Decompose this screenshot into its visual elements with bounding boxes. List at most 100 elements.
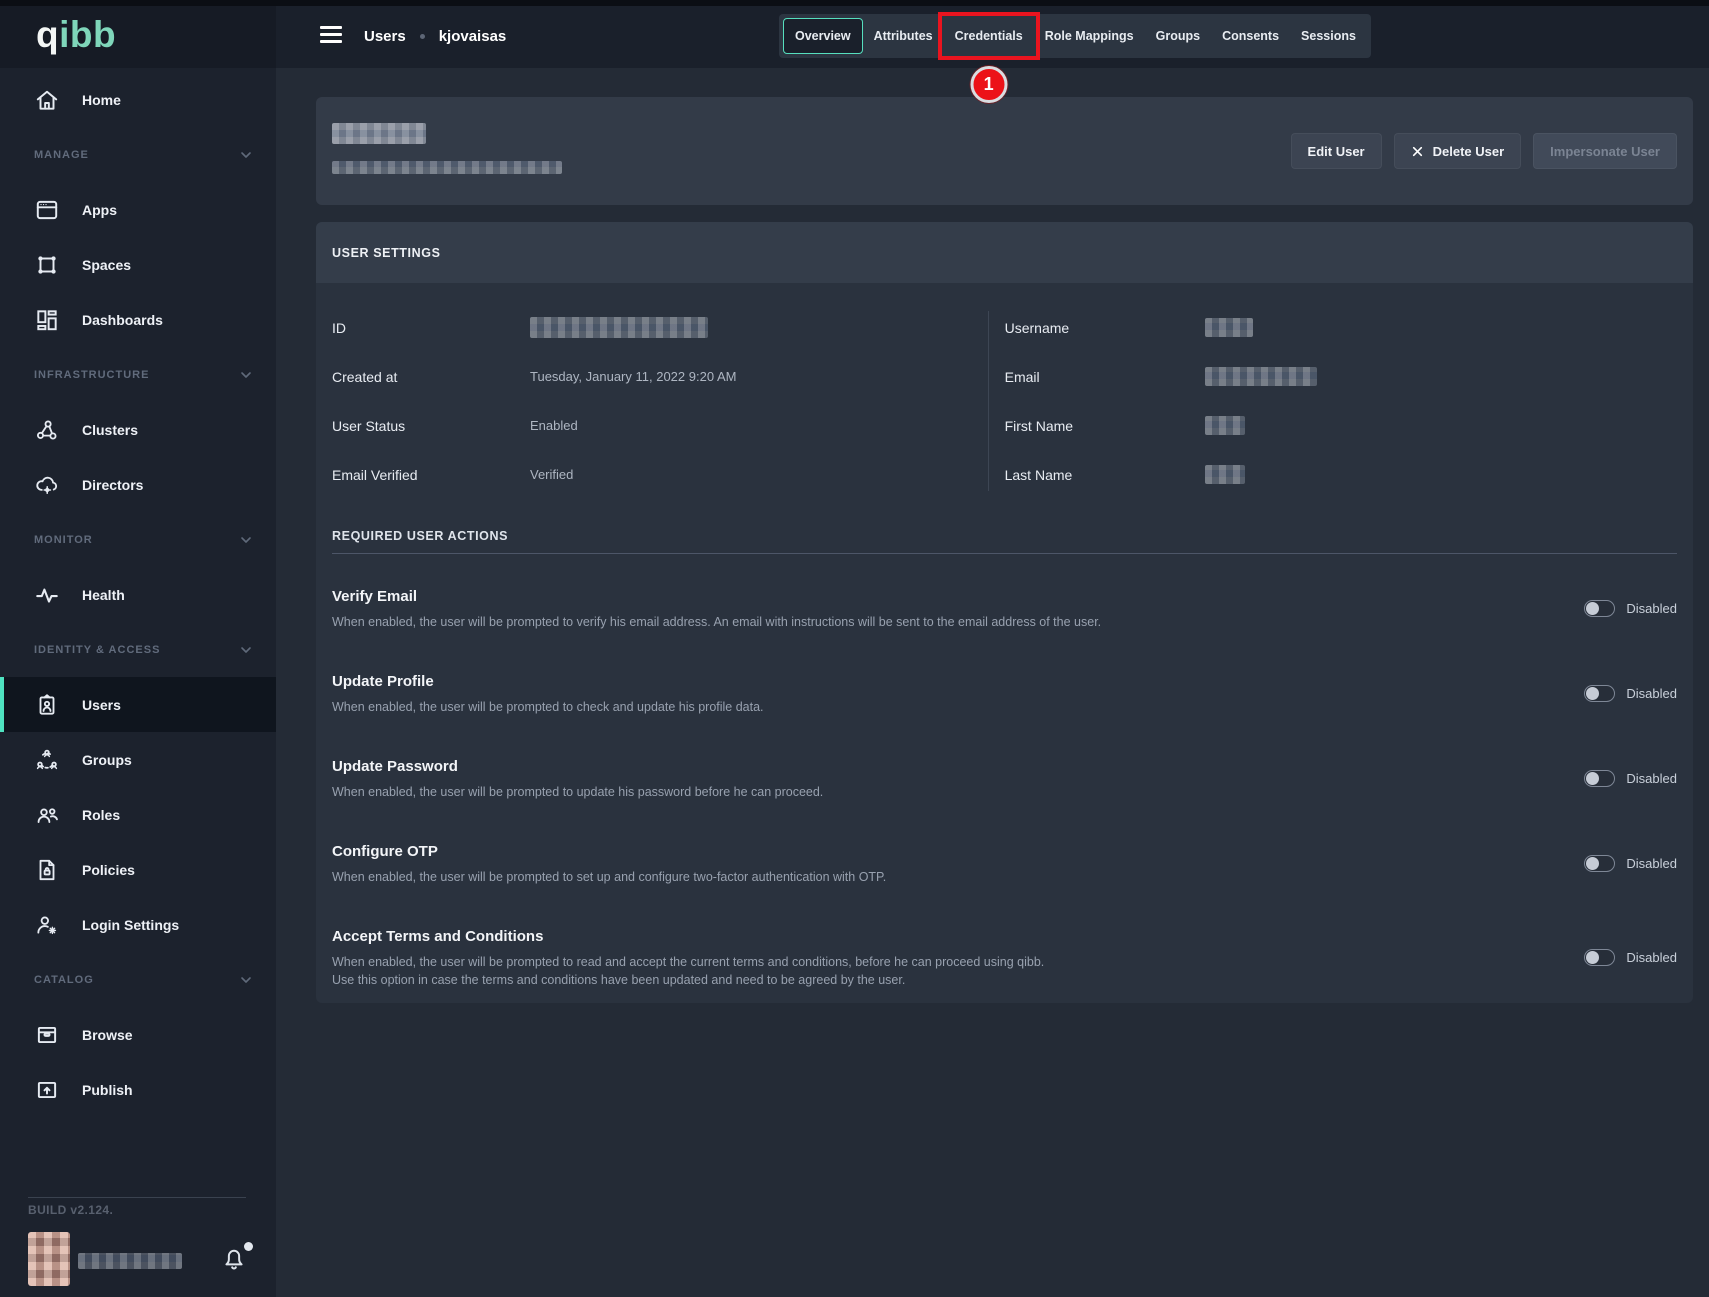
apps-icon: [34, 197, 60, 223]
edit-user-button[interactable]: Edit User: [1291, 133, 1382, 169]
delete-user-button[interactable]: Delete User: [1394, 133, 1522, 169]
sidebar-item-groups[interactable]: Groups: [0, 732, 276, 787]
action-title: Verify Email: [332, 588, 1101, 605]
action-verify-email: Verify Email When enabled, the user will…: [332, 588, 1677, 629]
field-row-username: Username: [1005, 303, 1677, 352]
update-profile-toggle[interactable]: [1584, 685, 1615, 702]
sidebar-item-label: Dashboards: [82, 312, 163, 328]
chevron-down-icon: [238, 532, 254, 548]
sidebar-section-monitor[interactable]: MONITOR: [0, 512, 276, 567]
action-description: When enabled, the user will be prompted …: [332, 955, 1044, 969]
chevron-down-icon: [238, 642, 254, 658]
accept-terms-toggle[interactable]: [1584, 949, 1615, 966]
tab-overview[interactable]: Overview: [783, 18, 863, 54]
logo-area: qibb: [0, 0, 276, 68]
sidebar-item-label: Spaces: [82, 257, 131, 273]
login-settings-icon: [34, 912, 60, 938]
user-detail-tabs: Overview Attributes Credentials 1 Role M…: [779, 14, 1371, 58]
sidebar-footer-divider: [28, 1197, 246, 1198]
sidebar-item-spaces[interactable]: Spaces: [0, 237, 276, 292]
toggle-state-label: Disabled: [1626, 771, 1677, 786]
notification-dot: [244, 1242, 253, 1251]
avatar[interactable]: [28, 1232, 70, 1286]
action-title: Configure OTP: [332, 843, 886, 860]
user-settings-panel: USER SETTINGS ID Created at Tuesday, Jan…: [316, 222, 1693, 1003]
sidebar-item-policies[interactable]: Policies: [0, 842, 276, 897]
sidebar-item-roles[interactable]: Roles: [0, 787, 276, 842]
topbar: Users kjovaisas Overview Attributes Cred…: [276, 0, 1709, 68]
home-icon: [34, 87, 60, 113]
user-status-value: Enabled: [530, 418, 578, 433]
x-icon: [1411, 145, 1424, 158]
sidebar-item-login-settings[interactable]: Login Settings: [0, 897, 276, 952]
chevron-down-icon: [238, 367, 254, 383]
qibb-logo[interactable]: qibb: [36, 16, 116, 53]
chevron-down-icon: [238, 147, 254, 163]
publish-icon: [34, 1077, 60, 1103]
sidebar-item-label: Clusters: [82, 422, 138, 438]
sidebar-item-label: Policies: [82, 862, 135, 878]
tab-sessions[interactable]: Sessions: [1290, 18, 1367, 54]
action-description: When enabled, the user will be prompted …: [332, 700, 764, 714]
sidebar-item-publish[interactable]: Publish: [0, 1062, 276, 1117]
field-row-created-at: Created at Tuesday, January 11, 2022 9:2…: [332, 352, 988, 401]
roles-icon: [34, 802, 60, 828]
action-description-line2: Use this option in case the terms and co…: [332, 973, 1044, 987]
sidebar-section-catalog[interactable]: CATALOG: [0, 952, 276, 1007]
sidebar: qibb Home MANAGE Apps Spaces: [0, 0, 276, 1297]
sidebar-item-clusters[interactable]: Clusters: [0, 402, 276, 457]
tab-groups[interactable]: Groups: [1145, 18, 1211, 54]
action-update-profile: Update Profile When enabled, the user wi…: [332, 673, 1677, 714]
action-description: When enabled, the user will be prompted …: [332, 870, 886, 884]
verify-email-toggle[interactable]: [1584, 600, 1615, 617]
sidebar-item-label: Apps: [82, 202, 117, 218]
configure-otp-toggle[interactable]: [1584, 855, 1615, 872]
impersonate-user-button[interactable]: Impersonate User: [1533, 133, 1677, 169]
action-title: Accept Terms and Conditions: [332, 928, 1044, 945]
sidebar-item-home[interactable]: Home: [0, 72, 276, 127]
breadcrumb-separator: [420, 34, 425, 39]
sidebar-section-manage[interactable]: MANAGE: [0, 127, 276, 182]
health-icon: [34, 582, 60, 608]
sidebar-section-infrastructure[interactable]: INFRASTRUCTURE: [0, 347, 276, 402]
update-password-toggle[interactable]: [1584, 770, 1615, 787]
sidebar-item-browse[interactable]: Browse: [0, 1007, 276, 1062]
spaces-icon: [34, 252, 60, 278]
sidebar-item-label: Health: [82, 587, 125, 603]
notifications-button[interactable]: [220, 1244, 256, 1280]
action-description: When enabled, the user will be prompted …: [332, 785, 823, 799]
action-update-password: Update Password When enabled, the user w…: [332, 758, 1677, 799]
sidebar-item-directors[interactable]: Directors: [0, 457, 276, 512]
required-user-actions: REQUIRED USER ACTIONS Verify Email When …: [316, 529, 1693, 1003]
tab-attributes[interactable]: Attributes: [863, 18, 944, 54]
sidebar-item-label: Login Settings: [82, 917, 179, 933]
users-icon: [34, 692, 60, 718]
panel-header: USER SETTINGS: [316, 222, 1693, 283]
groups-icon: [34, 747, 60, 773]
sidebar-section-identity-access[interactable]: IDENTITY & ACCESS: [0, 622, 276, 677]
id-value-redacted: [530, 317, 708, 338]
field-row-first-name: First Name: [1005, 401, 1677, 450]
tab-consents[interactable]: Consents: [1211, 18, 1290, 54]
window-top-strip: [0, 0, 1709, 6]
sidebar-item-apps[interactable]: Apps: [0, 182, 276, 237]
toggle-state-label: Disabled: [1626, 856, 1677, 871]
build-version: BUILD v2.124.: [28, 1203, 113, 1217]
panel-title: USER SETTINGS: [332, 246, 441, 260]
created-at-value: Tuesday, January 11, 2022 9:20 AM: [530, 369, 736, 384]
menu-toggle-button[interactable]: [320, 26, 342, 43]
breadcrumb-current-user: kjovaisas: [439, 28, 507, 45]
sidebar-item-users[interactable]: Users: [0, 677, 276, 732]
first-name-value-redacted: [1205, 416, 1245, 435]
sidebar-item-health[interactable]: Health: [0, 567, 276, 622]
last-name-value-redacted: [1205, 465, 1245, 484]
clusters-icon: [34, 417, 60, 443]
tab-credentials[interactable]: Credentials 1: [944, 18, 1034, 54]
browse-icon: [34, 1022, 60, 1048]
tab-role-mappings[interactable]: Role Mappings: [1034, 18, 1145, 54]
chevron-down-icon: [238, 972, 254, 988]
breadcrumb-users[interactable]: Users: [364, 28, 406, 45]
action-configure-otp: Configure OTP When enabled, the user wil…: [332, 843, 1677, 884]
sidebar-item-label: Home: [82, 92, 121, 108]
sidebar-item-dashboards[interactable]: Dashboards: [0, 292, 276, 347]
